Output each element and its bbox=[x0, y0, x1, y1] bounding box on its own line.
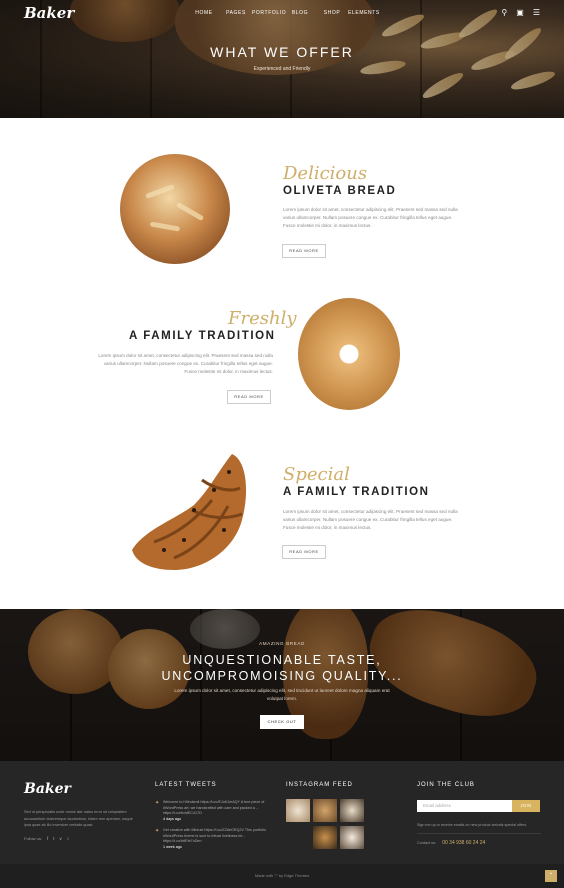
follow-us: Follow us: f t v ○ bbox=[24, 836, 69, 841]
instagram-photo[interactable] bbox=[340, 799, 364, 822]
footer-about-text: Sed ut perspiciatis unde omnis iste natu… bbox=[24, 810, 133, 828]
banner-title: UNQUESTIONABLE TASTE, bbox=[182, 653, 382, 667]
tweet-time: 4 days ago bbox=[163, 817, 182, 821]
product-description: Lorem ipsum dolor sit amet, consectetur … bbox=[98, 353, 273, 374]
dribbble-icon[interactable]: ○ bbox=[67, 836, 70, 841]
tweet-text[interactable]: Welcome to Hilindsmit https://t.co/EJuKJ… bbox=[163, 800, 269, 817]
instagram-photo[interactable] bbox=[286, 826, 310, 849]
nav-item-blog[interactable]: BLOG bbox=[284, 10, 316, 16]
instagram-feed-heading: INSTAGRAM FEED bbox=[286, 782, 353, 788]
footer-logo[interactable]: Baker bbox=[24, 781, 71, 797]
nav-item-home[interactable]: HOME bbox=[188, 10, 220, 16]
product-title: A FAMILY TRADITION bbox=[129, 330, 276, 342]
instagram-photo[interactable] bbox=[286, 799, 310, 822]
nav-item-pages[interactable]: PAGES bbox=[220, 10, 252, 16]
divider bbox=[417, 833, 541, 834]
banner-description: Lorem ipsum dolor sit amet, consectetur … bbox=[174, 688, 390, 701]
nav-item-elements[interactable]: ELEMENTS bbox=[348, 10, 380, 16]
join-button[interactable]: JOIN bbox=[512, 800, 540, 812]
site-logo[interactable]: Baker bbox=[24, 4, 74, 22]
tweet-time: 1 week ago bbox=[163, 845, 182, 849]
latest-tweets-heading: LATEST TWEETS bbox=[155, 782, 217, 788]
croissant-image bbox=[132, 454, 247, 570]
header-icons: ⚲ ▣ ☰ bbox=[501, 9, 540, 17]
quality-banner bbox=[0, 609, 564, 761]
back-to-top-button[interactable]: ⌃ bbox=[545, 870, 557, 882]
tweet-text[interactable]: Get creative with Mintuel https://t.co/Z… bbox=[163, 828, 269, 845]
contact-info: Contact us: 00 34 938 60 24 24 bbox=[417, 840, 485, 846]
copyright-made-with: Made with bbox=[254, 873, 274, 878]
product-script-label: Special bbox=[283, 464, 350, 485]
check-out-button[interactable]: CHECK OUT bbox=[260, 715, 304, 729]
main-nav: HOME PAGES PORTFOLIO BLOG SHOP ELEMENTS bbox=[188, 10, 380, 16]
banner-title: UNCOMPROMOISING QUALITY... bbox=[161, 669, 403, 683]
hero-title: WHAT WE OFFER bbox=[210, 44, 354, 60]
nav-item-portfolio[interactable]: PORTFOLIO bbox=[252, 10, 286, 16]
tweet-item: ✦ Get creative with Mintuel https://t.co… bbox=[155, 828, 270, 853]
instagram-photo[interactable] bbox=[313, 826, 337, 849]
search-icon[interactable]: ⚲ bbox=[501, 9, 507, 17]
instagram-photo[interactable] bbox=[313, 799, 337, 822]
twitter-bird-icon: ✦ bbox=[155, 800, 160, 806]
contact-phone[interactable]: 00 34 938 60 24 24 bbox=[442, 840, 485, 846]
product-script-label: Freshly bbox=[228, 308, 297, 329]
facebook-icon[interactable]: f bbox=[47, 836, 48, 841]
product-title: A FAMILY TRADITION bbox=[283, 486, 430, 498]
product-description: Lorem ipsum dolor sit amet, consectetur … bbox=[283, 207, 458, 228]
follow-label: Follow us: bbox=[24, 836, 43, 841]
bagel-image bbox=[298, 298, 400, 410]
vine-icon[interactable]: v bbox=[59, 836, 61, 841]
twitter-bird-icon: ✦ bbox=[155, 828, 160, 834]
club-signup-note: Sign me up to receive emails on new prod… bbox=[417, 823, 528, 827]
contact-label: Contact us: bbox=[417, 841, 437, 845]
email-field[interactable]: Email address bbox=[417, 800, 512, 812]
copyright-credit[interactable]: by Edge Themes bbox=[279, 873, 309, 878]
menu-icon[interactable]: ☰ bbox=[533, 9, 540, 17]
product-script-label: Delicious bbox=[283, 163, 368, 184]
twitter-icon[interactable]: t bbox=[53, 836, 54, 841]
tweet-item: ✦ Welcome to Hilindsmit https://t.co/EJu… bbox=[155, 800, 270, 825]
read-more-button[interactable]: READ MORE bbox=[227, 390, 271, 404]
cart-icon[interactable]: ▣ bbox=[516, 9, 524, 17]
nav-item-shop[interactable]: SHOP bbox=[316, 10, 348, 16]
oliveta-bread-image bbox=[120, 154, 230, 264]
product-title: OLIVETA BREAD bbox=[283, 185, 397, 197]
banner-kicker: AMAZING BREAD bbox=[259, 641, 305, 646]
instagram-photo[interactable] bbox=[340, 826, 364, 849]
copyright-text: Made with ♡ by Edge Themes bbox=[0, 873, 564, 878]
read-more-button[interactable]: READ MORE bbox=[282, 545, 326, 559]
product-description: Lorem ipsum dolor sit amet, consectetur … bbox=[283, 509, 458, 530]
hero-subtitle: Experienced and Friendly bbox=[253, 66, 311, 72]
page: Baker HOME PAGES PORTFOLIO BLOG SHOP ELE… bbox=[0, 0, 564, 888]
join-club-heading: JOIN THE CLUB bbox=[417, 782, 475, 788]
read-more-button[interactable]: READ MORE bbox=[282, 244, 326, 258]
heart-icon: ♡ bbox=[274, 873, 278, 878]
